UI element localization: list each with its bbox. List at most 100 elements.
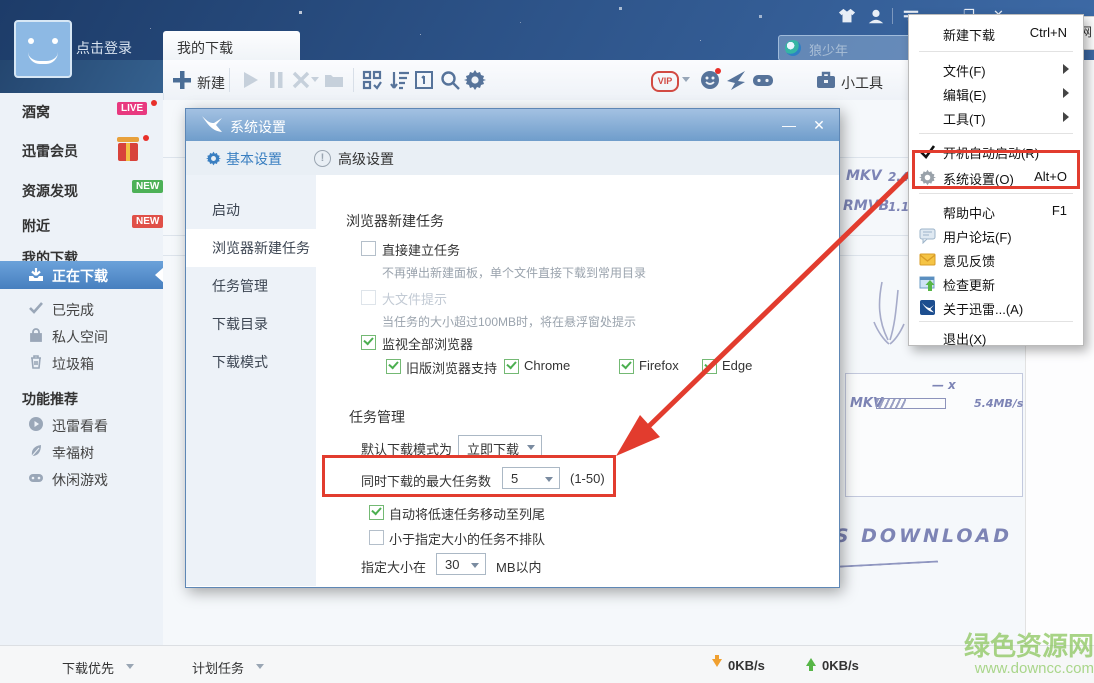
open-folder-icon[interactable]: [323, 69, 345, 91]
accelerate-icon[interactable]: [725, 69, 747, 91]
gift-icon: [118, 143, 138, 161]
sketch-minimize: —: [932, 378, 944, 392]
sidebar-item-casual-games[interactable]: 休闲游戏: [0, 466, 163, 492]
sidebar-item-member[interactable]: 迅雷会员: [0, 137, 163, 163]
label-chrome: Chrome: [524, 358, 570, 373]
leaf-icon: [28, 443, 44, 459]
dropdown-size-limit[interactable]: 30: [436, 553, 486, 575]
checkbox-big-file[interactable]: [361, 290, 376, 305]
label-legacy-browser: 旧版浏览器支持: [406, 358, 497, 377]
sidebar-item-kankan[interactable]: 迅雷看看: [0, 412, 163, 438]
checkbox-firefox[interactable]: [619, 359, 634, 374]
dialog-close-button[interactable]: ✕: [809, 117, 829, 134]
main-menu-popup: 新建下载 Ctrl+N 文件(F) 编辑(E) 工具(T) 开机自动启动(R) …: [908, 14, 1084, 346]
dialog-minimize-button[interactable]: —: [779, 117, 799, 133]
menu-item-file[interactable]: 文件(F): [911, 57, 1079, 81]
tab-advanced-settings[interactable]: 高级设置: [338, 149, 394, 169]
delete-icon[interactable]: [290, 69, 312, 91]
sidebar-item-downloading[interactable]: 正在下载: [0, 261, 163, 289]
nav-task-manage[interactable]: 任务管理: [186, 267, 316, 305]
checkbox-monitor-all[interactable]: [361, 335, 376, 350]
menu-item-forum[interactable]: 用户论坛(F): [911, 223, 1079, 247]
menu-item-exit[interactable]: 退出(X): [911, 325, 1079, 349]
desc-big-file: 当任务的大小超过100MB时，将在悬浮窗处提示: [382, 313, 636, 330]
checkbox-edge[interactable]: [702, 359, 717, 374]
dropdown-max-tasks[interactable]: 5: [502, 467, 560, 489]
checkbox-legacy-browser[interactable]: [386, 359, 401, 374]
menu-item-new-download[interactable]: 新建下载 Ctrl+N: [911, 21, 1079, 45]
toolbox-button[interactable]: 小工具: [841, 73, 883, 93]
menu-item-system-settings[interactable]: 系统设置(O) Alt+O: [911, 165, 1079, 189]
toolbar-separator: [229, 68, 230, 92]
nav-startup[interactable]: 启动: [186, 191, 316, 229]
scheduled-tasks-caret[interactable]: [256, 664, 264, 669]
checkbox-direct-task[interactable]: [361, 241, 376, 256]
nav-browser-task[interactable]: 浏览器新建任务: [186, 229, 316, 267]
submenu-arrow-icon: [1063, 112, 1069, 122]
sketch-row-name: MKV: [846, 168, 882, 184]
new-badge-green: NEW: [132, 180, 163, 193]
new-task-icon[interactable]: [171, 69, 193, 91]
menu-item-edit[interactable]: 编辑(E): [911, 81, 1079, 105]
menu-item-feedback[interactable]: 意见反馈: [911, 247, 1079, 271]
game-icon[interactable]: [752, 69, 774, 91]
gear-icon: [919, 169, 936, 186]
feedback-envelope-icon: [919, 251, 936, 268]
search-placeholder: 狼少年: [809, 40, 848, 59]
vip-icon[interactable]: VIP: [651, 71, 679, 92]
pause-icon[interactable]: [265, 69, 287, 91]
download-priority-button[interactable]: 下载优先: [62, 658, 114, 677]
nav-download-mode[interactable]: 下载模式: [186, 343, 316, 381]
sidebar-item-trash[interactable]: 垃圾箱: [0, 350, 163, 376]
up-speed-icon: [806, 658, 816, 666]
login-link[interactable]: 点击登录: [76, 38, 132, 58]
dropdown-caret: [527, 445, 535, 450]
avatar-eye: [52, 38, 58, 44]
trash-icon: [28, 354, 44, 370]
sketch-row-name: RMVB: [843, 198, 889, 214]
view-grid-icon[interactable]: [361, 69, 383, 91]
menu-separator: [919, 51, 1073, 52]
tab-label: 我的下载: [177, 38, 233, 58]
avatar[interactable]: [14, 20, 72, 78]
skin-icon[interactable]: [838, 8, 856, 24]
start-icon[interactable]: [239, 69, 261, 91]
tab-basic-settings[interactable]: 基本设置: [226, 149, 282, 169]
menu-item-autostart[interactable]: 开机自动启动(R): [911, 139, 1079, 163]
nav-download-dir[interactable]: 下载目录: [186, 305, 316, 343]
sidebar-item-happy-tree[interactable]: 幸福树: [0, 439, 163, 465]
checkbox-auto-move[interactable]: [369, 505, 384, 520]
sidebar-item-finished[interactable]: 已完成: [0, 296, 163, 322]
sidebar-section-features: 功能推荐: [0, 385, 163, 411]
checkbox-chrome[interactable]: [504, 359, 519, 374]
toolbox-icon[interactable]: [815, 69, 837, 91]
vip-dropdown-caret[interactable]: [682, 77, 690, 82]
menu-item-about[interactable]: 关于迅雷...(A): [911, 295, 1079, 319]
sidebar-item-jiuwo[interactable]: 酒窝 LIVE: [0, 98, 163, 124]
settings-gear-icon[interactable]: [464, 69, 486, 91]
sort-icon[interactable]: [389, 69, 411, 91]
user-icon[interactable]: [867, 8, 885, 24]
checkbox-no-queue[interactable]: [369, 530, 384, 545]
statusbar: 下载优先 计划任务 0KB/s 0KB/s: [0, 645, 1094, 683]
sidebar-item-nearby[interactable]: 附近 NEW: [0, 212, 163, 238]
menu-item-help-center[interactable]: 帮助中心 F1: [911, 199, 1079, 223]
avatar-mouth: [28, 51, 58, 64]
sidebar-item-private-space[interactable]: 私人空间: [0, 323, 163, 349]
sidebar-item-discover[interactable]: 资源发现 NEW: [0, 177, 163, 203]
download-priority-caret[interactable]: [126, 664, 134, 669]
scheduled-tasks-button[interactable]: 计划任务: [192, 658, 244, 677]
dropdown-default-mode[interactable]: 立即下载: [458, 435, 542, 457]
menu-item-tools[interactable]: 工具(T): [911, 105, 1079, 129]
number-limit-icon[interactable]: [413, 69, 435, 91]
search-tasks-icon[interactable]: [439, 69, 461, 91]
kankan-play-icon: [28, 416, 44, 432]
new-task-button[interactable]: 新建: [197, 73, 225, 93]
menu-item-check-update[interactable]: 检查更新: [911, 271, 1079, 295]
dialog-body: 浏览器新建任务 直接建立任务 不再弹出新建面板，单个文件直接下载到常用目录 大文…: [316, 175, 839, 587]
tab-my-downloads[interactable]: 我的下载: [163, 31, 300, 60]
desc-direct-task: 不再弹出新建面板，单个文件直接下载到常用目录: [382, 264, 646, 281]
delete-dropdown-caret[interactable]: [311, 77, 319, 82]
sketch-speed: 5.4MB/s: [974, 397, 1023, 410]
titlebar-separator: [892, 8, 893, 24]
